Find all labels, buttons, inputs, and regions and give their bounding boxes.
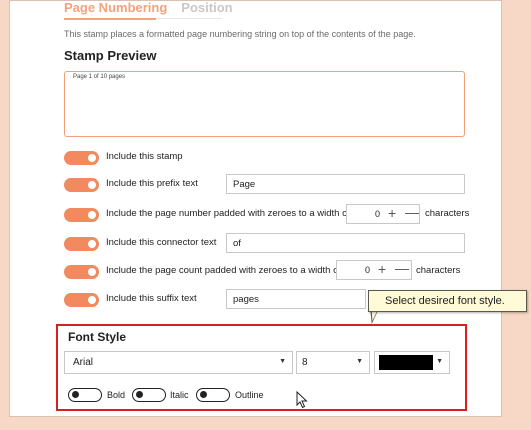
connector-toggle[interactable] [64, 237, 99, 251]
include-stamp-row: Include this stamp [64, 146, 484, 168]
font-color-swatch [379, 355, 433, 370]
page-count-row: Include the page count padded with zeroe… [64, 260, 484, 282]
toggle-knob [200, 391, 207, 398]
tab-position[interactable]: Position [181, 0, 232, 18]
plus-icon[interactable]: + [388, 205, 396, 221]
italic-toggle[interactable] [132, 388, 166, 402]
prefix-label: Include this prefix text [106, 178, 198, 189]
prefix-toggle[interactable] [64, 178, 99, 192]
font-family-select[interactable]: Arial ▼ [64, 351, 293, 374]
connector-label: Include this connector text [106, 237, 217, 248]
outline-toggle[interactable] [196, 388, 230, 402]
page-number-unit: characters [425, 208, 470, 219]
bold-toggle[interactable] [68, 388, 102, 402]
page-count-width-value: 0 [365, 265, 371, 275]
font-size-value: 8 [302, 357, 308, 368]
toggle-knob [88, 181, 96, 189]
page-count-toggle[interactable] [64, 265, 99, 279]
suffix-label: Include this suffix text [106, 293, 197, 304]
toggle-knob [88, 296, 96, 304]
page-number-width-value: 0 [375, 209, 381, 219]
chevron-down-icon: ▼ [279, 358, 286, 365]
font-color-select[interactable]: ▼ [374, 351, 450, 374]
font-size-select[interactable]: 8 ▼ [296, 351, 370, 374]
minus-icon[interactable]: — [405, 204, 419, 220]
chevron-down-icon: ▼ [436, 358, 443, 365]
connector-input[interactable]: of [226, 233, 465, 253]
page-count-width-stepper[interactable]: 0 + — [336, 260, 412, 280]
font-style-tooltip: Select desired font style. [368, 290, 527, 312]
connector-input-value: of [233, 238, 241, 249]
tab-bar: Page Numbering Position [64, 0, 233, 18]
suffix-toggle[interactable] [64, 293, 99, 307]
toggle-knob [88, 268, 96, 276]
outline-label: Outline [235, 390, 264, 400]
mouse-cursor-icon [296, 391, 308, 409]
prefix-row: Include this prefix text Page [64, 173, 484, 195]
tab-page-numbering[interactable]: Page Numbering [64, 0, 167, 18]
plus-icon[interactable]: + [378, 261, 386, 277]
toggle-knob [88, 240, 96, 248]
stamp-preview-text: Page 1 of 10 pages [73, 74, 126, 80]
toggle-knob [88, 211, 96, 219]
toggle-knob [136, 391, 143, 398]
suffix-input-value: pages [233, 294, 259, 305]
page-number-label: Include the page number padded with zero… [106, 208, 350, 219]
toggle-knob [88, 154, 96, 162]
page-number-toggle[interactable] [64, 208, 99, 222]
bold-label: Bold [107, 390, 126, 400]
stamp-description: This stamp places a formatted page numbe… [64, 29, 416, 39]
suffix-input[interactable]: pages [226, 289, 366, 309]
include-stamp-label: Include this stamp [106, 151, 183, 162]
stamp-preview-title: Stamp Preview [64, 48, 157, 63]
page-number-width-stepper[interactable]: 0 + — [346, 204, 420, 224]
font-style-title: Font Style [68, 330, 127, 344]
prefix-input-value: Page [233, 179, 256, 190]
connector-row: Include this connector text of [64, 232, 484, 254]
page-count-unit: characters [416, 265, 461, 276]
italic-label: Italic [170, 390, 189, 400]
font-family-value: Arial [73, 357, 94, 368]
tab-active-indicator [64, 18, 156, 20]
tooltip-text: Select desired font style. [385, 295, 505, 307]
stamp-preview-box: Page 1 of 10 pages [64, 71, 465, 137]
prefix-input[interactable]: Page [226, 174, 465, 194]
page-number-row: Include the page number padded with zero… [64, 203, 484, 225]
page-count-label: Include the page count padded with zeroe… [106, 265, 342, 276]
minus-icon[interactable]: — [395, 260, 409, 276]
chevron-down-icon: ▼ [356, 358, 363, 365]
toggle-knob [72, 391, 79, 398]
include-stamp-toggle[interactable] [64, 151, 99, 165]
